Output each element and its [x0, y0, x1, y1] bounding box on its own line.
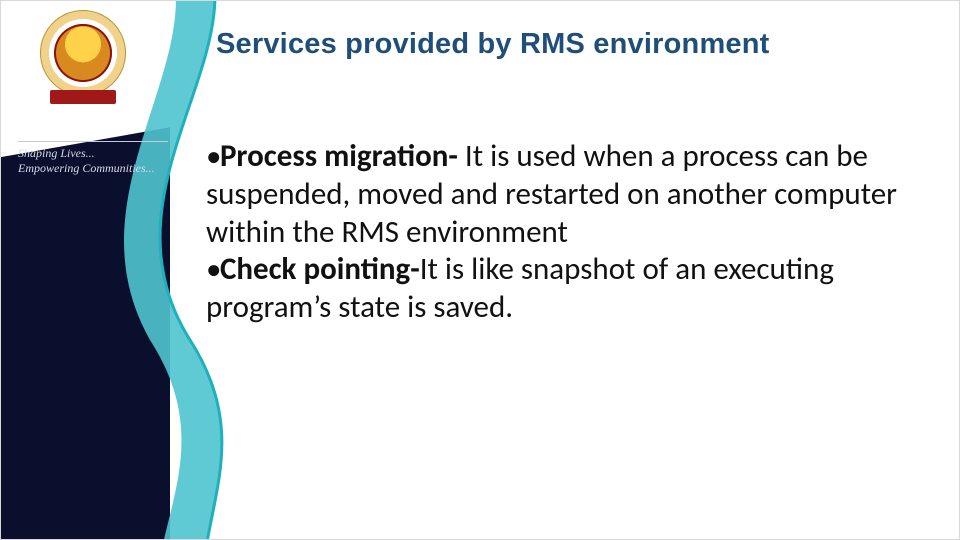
bullet-item: •Check pointing-It is like snapshot of a… [206, 251, 916, 327]
bullet-lead: Process migration- [220, 137, 458, 175]
slide: Centurion UNIVERSITY Shaping Lives... Em… [0, 0, 960, 540]
tagline-line2: Empowering Communities... [18, 161, 168, 176]
slide-title: Services provided by RMS environment [216, 28, 770, 61]
tagline-line1: Shaping Lives... [18, 146, 168, 161]
university-wordmark: Centurion UNIVERSITY Shaping Lives... Em… [18, 100, 168, 176]
university-seal-icon [40, 10, 126, 96]
bullet-dot-icon: • [206, 251, 220, 289]
bullet-item: •Process migration- It is used when a pr… [206, 138, 916, 251]
bullet-dot-icon: • [206, 138, 220, 176]
wordmark-line2: UNIVERSITY [18, 119, 168, 142]
slide-body: •Process migration- It is used when a pr… [206, 138, 916, 327]
wordmark-line1: Centurion [18, 100, 168, 119]
bullet-lead: Check pointing- [220, 250, 420, 288]
